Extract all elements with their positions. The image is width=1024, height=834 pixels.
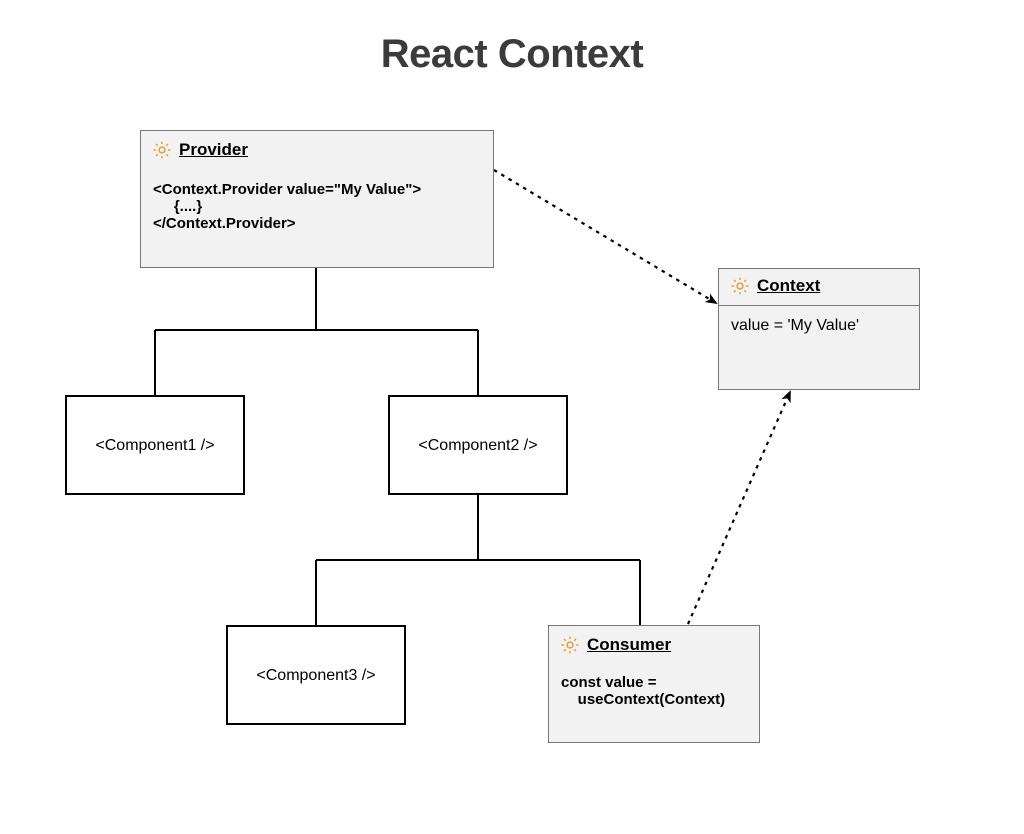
provider-code-line2: {....} (153, 198, 421, 215)
provider-code-line1: <Context.Provider value="My Value"> (153, 181, 421, 198)
component2-label: <Component2 /> (390, 437, 566, 455)
gear-icon (151, 139, 173, 161)
consumer-code-line1: const value = (561, 674, 725, 691)
provider-code-line3: </Context.Provider> (153, 215, 421, 232)
component2-node: <Component2 /> (388, 395, 568, 495)
diagram-title: React Context (0, 32, 1024, 77)
context-node: Context value = 'My Value' (718, 268, 920, 390)
gear-icon (729, 275, 751, 297)
consumer-code-line2: useContext(Context) (561, 691, 725, 708)
component1-label: <Component1 /> (67, 437, 243, 455)
component1-node: <Component1 /> (65, 395, 245, 495)
consumer-label: Consumer (587, 635, 671, 655)
gear-icon (559, 634, 581, 656)
provider-node: Provider <Context.Provider value="My Val… (140, 130, 494, 268)
component3-node: <Component3 /> (226, 625, 406, 725)
consumer-node: Consumer const value = useContext(Contex… (548, 625, 760, 743)
context-label: Context (757, 276, 820, 296)
component3-label: <Component3 /> (228, 667, 404, 685)
provider-label: Provider (179, 140, 248, 160)
context-body: value = 'My Value' (731, 317, 859, 335)
diagram-canvas: React Context (0, 0, 1024, 834)
